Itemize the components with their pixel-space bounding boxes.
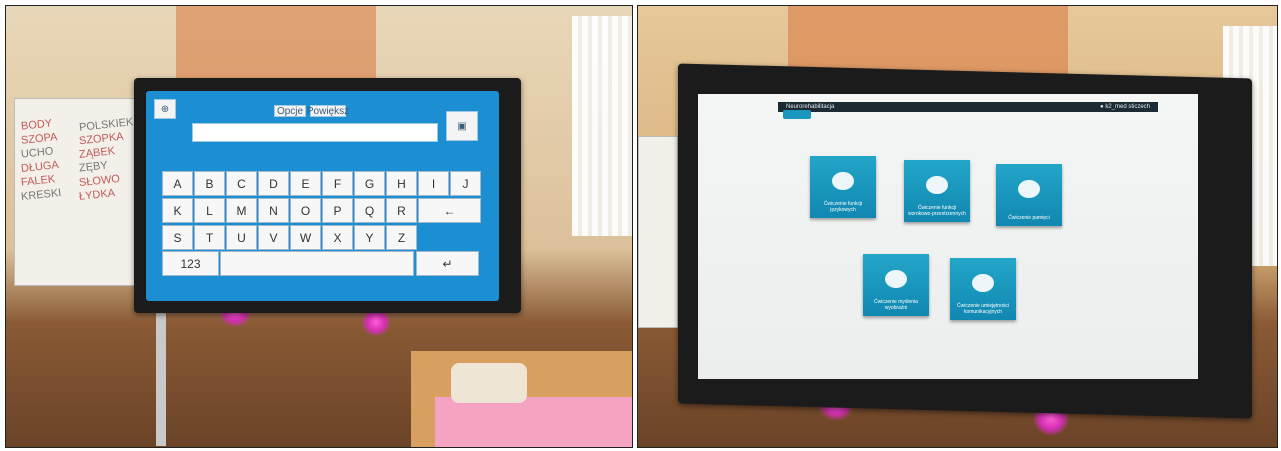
tile-memory[interactable]: Ćwiczenie pamięci (996, 164, 1062, 226)
user-icon: ● (1100, 104, 1104, 110)
key-j[interactable]: J (450, 171, 481, 196)
key-s[interactable]: S (162, 225, 193, 250)
key-y[interactable]: Y (354, 225, 385, 250)
flipchart-word: KRESKI (20, 186, 62, 204)
key-space[interactable] (220, 251, 414, 276)
flipchart-word: UCHO (20, 145, 54, 161)
key-b[interactable]: B (194, 171, 225, 196)
key-f[interactable]: F (322, 171, 353, 196)
key-enter[interactable]: ↵ (416, 251, 479, 276)
key-h[interactable]: H (386, 171, 417, 196)
photo-right-app-screen: Neurorehabilitacja ● k2_med sticzech Ćwi… (637, 5, 1278, 448)
back-button[interactable]: ⊕ (154, 99, 176, 119)
user-label[interactable]: ● k2_med sticzech (1100, 104, 1150, 110)
key-k[interactable]: K (162, 198, 193, 223)
flipchart-edge (638, 136, 678, 328)
head-icon (1018, 180, 1040, 198)
flipchart-word: POLSKIEK (78, 116, 134, 134)
key-m[interactable]: M (226, 198, 257, 223)
flipchart-word: FALEK (20, 173, 56, 189)
key-i[interactable]: I (418, 171, 449, 196)
pillow (451, 363, 527, 403)
key-e[interactable]: E (290, 171, 321, 196)
flipchart-word: ŁYDKA (78, 187, 116, 203)
key-p[interactable]: P (322, 198, 353, 223)
speech-bubble-icon (972, 274, 994, 292)
options-button[interactable]: Opcje (274, 105, 306, 117)
key-123[interactable]: 123 (162, 251, 219, 276)
text-input[interactable] (192, 123, 438, 142)
key-z[interactable]: Z (386, 225, 417, 250)
stand-leg (156, 296, 166, 446)
flipchart-word: BODY (20, 117, 53, 133)
eye-icon (926, 176, 948, 194)
speech-person-icon (832, 172, 854, 190)
key-d[interactable]: D (258, 171, 289, 196)
flipchart: BODY POLSKIEK SZOPA SZOPKA UCHO ZĄBEK DŁUGA ZĘB… (14, 98, 144, 286)
gear-head-icon (885, 270, 907, 288)
key-g[interactable]: G (354, 171, 385, 196)
keyboard-screen: ⊕ Opcje Powiększ ▣ A B C D E F G H I J K L M N O P Q R ← S T… (146, 91, 499, 301)
photo-left-keyboard-screen: BODY POLSKIEK SZOPA SZOPKA UCHO ZĄBEK DŁUGA ZĘB… (5, 5, 633, 448)
app-header: Neurorehabilitacja ● k2_med sticzech (778, 102, 1158, 112)
home-tab[interactable] (783, 110, 811, 119)
bed (411, 351, 632, 447)
key-o[interactable]: O (290, 198, 321, 223)
key-x[interactable]: X (322, 225, 353, 250)
flipchart-word: ZĄBEK (78, 145, 116, 161)
tile-language[interactable]: Ćwiczenie funkcji językowych (810, 156, 876, 218)
key-a[interactable]: A (162, 171, 193, 196)
key-t[interactable]: T (194, 225, 225, 250)
curtain (572, 16, 632, 236)
wall-orange (788, 6, 1068, 76)
tile-visual[interactable]: Ćwiczenie funkcji wzrokowo-przestrzennyc… (904, 160, 970, 222)
tile-communication[interactable]: Ćwiczenie umiejętności komunikacyjnych (950, 258, 1016, 320)
zoom-button[interactable]: Powiększ (307, 105, 349, 117)
pink-sheet (435, 397, 632, 447)
key-r[interactable]: R (386, 198, 417, 223)
tile-thinking[interactable]: Ćwiczenie myślenia wyobraźni (863, 254, 929, 316)
camera-icon[interactable]: ▣ (446, 111, 478, 141)
key-w[interactable]: W (290, 225, 321, 250)
flipchart-word: ZĘBY (78, 159, 109, 175)
key-q[interactable]: Q (354, 198, 385, 223)
key-n[interactable]: N (258, 198, 289, 223)
app-screen: Neurorehabilitacja ● k2_med sticzech Ćwi… (698, 94, 1198, 379)
key-c[interactable]: C (226, 171, 257, 196)
key-v[interactable]: V (258, 225, 289, 250)
key-l[interactable]: L (194, 198, 225, 223)
key-u[interactable]: U (226, 225, 257, 250)
key-backspace[interactable]: ← (418, 198, 481, 223)
